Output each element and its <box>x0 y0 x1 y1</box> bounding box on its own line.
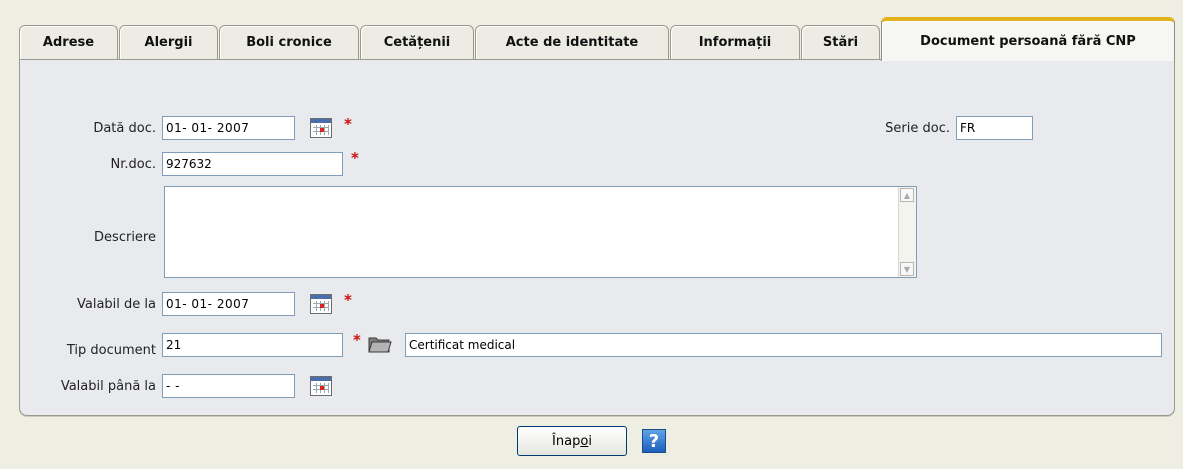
back-label-accesskey: o <box>580 433 589 449</box>
back-button[interactable]: Înap o i <box>517 426 627 456</box>
calendar-icon[interactable] <box>310 118 332 138</box>
tip-document-label: Tip document <box>66 343 156 358</box>
calendar-icon[interactable] <box>310 376 332 396</box>
nr-doc-label: Nr.doc. <box>110 157 157 172</box>
serie-doc-label: Serie doc. <box>885 121 950 136</box>
valabil-pana-la-label: Valabil până la <box>60 379 156 394</box>
serie-doc-input[interactable]: FR <box>956 116 1033 140</box>
tab-document-persoana-fara-cnp[interactable]: Document persoană fără CNP <box>881 17 1175 61</box>
valabil-de-la-label: Valabil de la <box>77 297 156 312</box>
descriere-textarea[interactable]: ▲ ▼ <box>164 186 917 278</box>
descriere-label: Descriere <box>94 230 156 245</box>
descriere-text <box>165 187 916 193</box>
calendar-icon[interactable] <box>310 294 332 314</box>
tab-adrese[interactable]: Adrese <box>19 25 118 59</box>
tab-acte-de-identitate[interactable]: Acte de identitate <box>475 25 669 59</box>
required-mark: * <box>344 291 352 309</box>
required-mark: * <box>344 115 352 133</box>
tab-cetatenii[interactable]: Cetățenii <box>360 25 474 59</box>
nr-doc-input[interactable]: 927632 <box>162 152 343 176</box>
required-mark: * <box>353 331 361 349</box>
scroll-up-icon[interactable]: ▲ <box>900 188 914 202</box>
data-doc-input[interactable]: 01- 01- 2007 <box>162 116 295 140</box>
tip-document-name-input[interactable]: Certificat medical <box>405 333 1162 357</box>
descriere-scrollbar[interactable]: ▲ ▼ <box>898 187 916 277</box>
folder-icon[interactable] <box>367 334 393 354</box>
back-label-start: Înap <box>552 433 581 449</box>
tab-bar: Adrese Alergii Boli cronice Cetățenii Ac… <box>19 17 1175 61</box>
tab-alergii[interactable]: Alergii <box>119 25 218 59</box>
tab-stari[interactable]: Stări <box>801 25 880 59</box>
valabil-pana-la-input[interactable]: - - <box>162 374 295 398</box>
data-doc-label: Dată doc. <box>93 121 156 136</box>
required-mark: * <box>351 149 359 167</box>
valabil-de-la-input[interactable]: 01- 01- 2007 <box>162 292 295 316</box>
form-panel: Dată doc. 01- 01- 2007 * Serie doc. FR N… <box>19 59 1175 416</box>
tab-boli-cronice[interactable]: Boli cronice <box>219 25 359 59</box>
help-glyph: ? <box>648 430 660 452</box>
back-label-end: i <box>588 433 592 449</box>
tab-informatii[interactable]: Informații <box>670 25 800 59</box>
tip-document-code-input[interactable]: 21 <box>162 333 343 357</box>
help-icon[interactable]: ? <box>642 429 666 453</box>
scroll-down-icon[interactable]: ▼ <box>900 262 914 276</box>
